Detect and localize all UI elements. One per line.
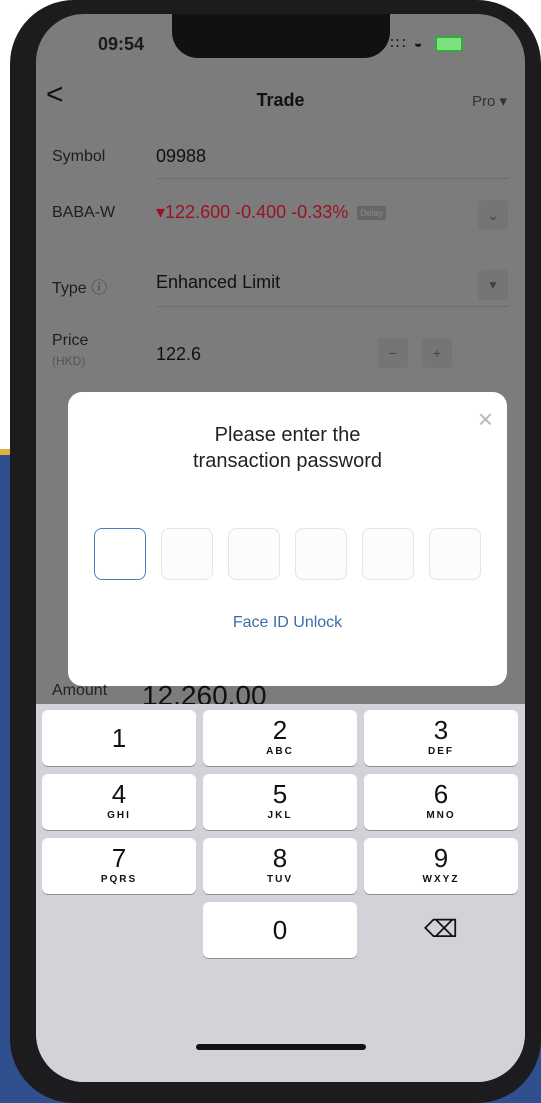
page-title: Trade xyxy=(256,90,305,110)
type-label: Type ⓘ xyxy=(52,274,107,298)
order-type-row: Type ⓘ Enhanced Limit ▼ xyxy=(52,270,509,310)
quote-price: ▾122.600 xyxy=(156,202,231,222)
price-input[interactable]: 122.6 xyxy=(156,344,201,365)
key-4[interactable]: 4 GHI xyxy=(42,774,196,830)
key-digit: 7 xyxy=(111,843,127,873)
key-5[interactable]: 5 JKL xyxy=(203,774,357,830)
key-letters: PQRS xyxy=(100,874,138,885)
key-7[interactable]: 7 PQRS xyxy=(42,838,196,894)
key-digit: 9 xyxy=(433,843,449,873)
chevron-down-icon: ⌄ xyxy=(487,207,499,223)
key-letters: GHI xyxy=(107,810,131,821)
price-unit: (HKD) xyxy=(52,354,86,368)
notch xyxy=(172,14,390,58)
wifi-icon: ◒ xyxy=(413,35,425,52)
key-digit: 5 xyxy=(272,779,288,809)
dialog-title-line2: transaction password xyxy=(193,450,382,472)
pin-digit-4[interactable] xyxy=(295,528,347,580)
price-label: Price xyxy=(52,332,89,349)
key-8[interactable]: 8 TUV xyxy=(203,838,357,894)
quote-values: ▾122.600 -0.400 -0.33% Delay xyxy=(156,202,387,223)
key-letters: WXYZ xyxy=(422,874,460,885)
key-digit: 1 xyxy=(111,723,127,753)
price-decrease-button[interactable]: − xyxy=(378,338,408,368)
key-digit: 0 xyxy=(272,915,288,945)
numeric-keypad: 1 2 ABC 3 DEF 4 GHI 5 JKL 6 MNO 7 PQRS 8… xyxy=(36,704,525,1082)
key-digit: 4 xyxy=(111,779,127,809)
status-icons: ∶∷ ◒ xyxy=(390,34,463,53)
key-letters: DEF xyxy=(428,746,454,757)
order-type-dropdown-button[interactable]: ▼ xyxy=(478,270,508,300)
symbol-input[interactable]: 09988 xyxy=(156,146,206,167)
type-label-text: Type xyxy=(52,280,87,297)
key-letters: MNO xyxy=(426,810,456,821)
symbol-row: Symbol 09988 xyxy=(52,146,509,186)
key-9[interactable]: 9 WXYZ xyxy=(364,838,518,894)
amount-label: Amount xyxy=(52,682,108,699)
pin-digit-3[interactable] xyxy=(228,528,280,580)
key-letters: ABC xyxy=(266,746,294,757)
signal-icon: ∶∷ xyxy=(390,35,408,52)
key-letters: TUV xyxy=(267,874,293,885)
divider xyxy=(156,178,509,179)
symbol-label: Symbol xyxy=(52,148,106,165)
pin-digit-1[interactable] xyxy=(94,528,146,580)
info-icon[interactable]: ⓘ xyxy=(91,280,107,297)
stock-name: BABA-W xyxy=(52,204,116,221)
face-id-unlock-link[interactable]: Face ID Unlock xyxy=(68,614,507,632)
backspace-icon[interactable]: ⌫ xyxy=(364,902,518,958)
quote-change-pct: -0.33% xyxy=(291,202,349,222)
key-digit: 3 xyxy=(433,715,449,745)
status-time: 09:54 xyxy=(98,34,145,54)
quote-expand-button[interactable]: ⌄ xyxy=(478,200,508,230)
key-letters: JKL xyxy=(267,810,293,821)
quote-change: -0.400 xyxy=(235,202,287,222)
price-row: Price (HKD) 122.6 − + xyxy=(52,332,509,380)
password-dialog: × Please enter the transaction password … xyxy=(68,392,507,686)
key-digit: 6 xyxy=(433,779,449,809)
dialog-title: Please enter the transaction password xyxy=(68,422,507,474)
pin-digit-6[interactable] xyxy=(429,528,481,580)
phone-screen: 09:54 ∶∷ ◒ < Trade Pro ▾ Symbol 09988 BA… xyxy=(36,14,525,1082)
pin-digit-5[interactable] xyxy=(362,528,414,580)
key-3[interactable]: 3 DEF xyxy=(364,710,518,766)
order-type-select[interactable]: Enhanced Limit xyxy=(156,272,280,293)
key-1[interactable]: 1 xyxy=(42,710,196,766)
pro-mode-dropdown[interactable]: Pro ▾ xyxy=(472,92,507,110)
caret-down-icon: ▼ xyxy=(487,278,499,292)
battery-icon xyxy=(434,36,463,53)
divider xyxy=(156,306,509,307)
key-digit: 8 xyxy=(272,843,288,873)
key-2[interactable]: 2 ABC xyxy=(203,710,357,766)
home-indicator xyxy=(196,1044,366,1050)
pin-digit-2[interactable] xyxy=(161,528,213,580)
key-digit: 2 xyxy=(272,715,288,745)
delay-badge: Delay xyxy=(357,206,387,221)
quote-row: BABA-W ▾122.600 -0.400 -0.33% Delay ⌄ xyxy=(52,200,509,240)
key-0[interactable]: 0 xyxy=(203,902,357,958)
key-6[interactable]: 6 MNO xyxy=(364,774,518,830)
phone-frame: 09:54 ∶∷ ◒ < Trade Pro ▾ Symbol 09988 BA… xyxy=(10,0,541,1103)
price-increase-button[interactable]: + xyxy=(422,338,452,368)
dialog-title-line1: Please enter the xyxy=(214,424,361,446)
